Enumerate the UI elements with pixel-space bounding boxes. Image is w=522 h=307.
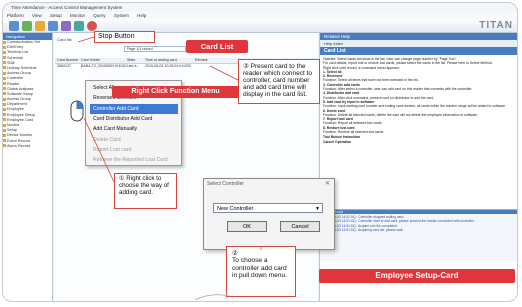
card-icon[interactable] xyxy=(48,21,58,31)
dialog-title: Select Controller xyxy=(207,181,244,187)
help-header: Related Help xyxy=(320,33,517,40)
help-panel: Related Help Help Index Card List Operat… xyxy=(319,33,517,301)
stop-icon[interactable] xyxy=(87,21,97,31)
employee-icon[interactable] xyxy=(35,21,45,31)
help-body: Operate: Select cards will show in the l… xyxy=(323,57,507,144)
col-card-number[interactable]: Card Number xyxy=(57,58,79,62)
window-title: Time Attendance · Access Control Managem… xyxy=(3,3,517,12)
step2-callout: ② To choose a controller add card in pul… xyxy=(226,246,296,297)
tree-item[interactable]: Alarm Record xyxy=(3,144,52,149)
menu-view[interactable]: View xyxy=(32,13,42,18)
close-icon[interactable]: ✕ xyxy=(325,180,330,187)
mouse-icon xyxy=(70,100,84,122)
ok-button[interactable]: OK xyxy=(227,221,267,232)
col-state[interactable]: State xyxy=(127,58,135,62)
help-tab[interactable]: Help Index xyxy=(320,40,517,47)
menu-delete-card[interactable]: Delete Card xyxy=(90,135,178,145)
navigation-tree: Navigation Communication Set Exit/Entry … xyxy=(3,33,53,301)
controller-select-value: New Controller xyxy=(217,206,254,212)
cell: 2015-05-03 10:25:01 Kr1032 xyxy=(145,64,191,68)
refresh-icon[interactable] xyxy=(22,21,32,31)
page-filter[interactable]: Page 1/1 record xyxy=(124,46,186,52)
tree-tab[interactable]: Navigation xyxy=(3,33,52,40)
menu-setup[interactable]: Setup xyxy=(50,13,62,18)
cell: BABA-T2_20150503 Kr1032 xyxy=(81,64,127,68)
chevron-down-icon[interactable]: ▼ xyxy=(315,204,320,214)
col-remark[interactable]: Remark xyxy=(195,58,208,62)
step1-callout: ① Right click to choose the way of addin… xyxy=(114,173,177,209)
select-controller-dialog: Select Controller ✕ New Controller ▼ OK … xyxy=(203,178,335,250)
help-title: Card List xyxy=(320,47,517,55)
event-log: Event Record [2015-05-03 14:52:01] : Con… xyxy=(320,209,517,261)
menu-distributor-add-card[interactable]: Card Distributor Add Card xyxy=(90,114,178,124)
brand-logo: TITAN xyxy=(479,20,513,31)
log-entry: [2015-05-03 14:51:51] : Acquiring card l… xyxy=(323,227,406,232)
menu-report-lost-card[interactable]: Report Lost card xyxy=(90,145,178,155)
menu-bar: Platform View Setup Monitor Query System… xyxy=(3,12,517,19)
right-click-menu-label: Right Click Function Menu xyxy=(112,86,239,98)
menu-retrieve-lost-card[interactable]: Retrieve the Reported Lost Card xyxy=(90,155,178,165)
controller-select[interactable]: New Controller ▼ xyxy=(213,203,323,213)
report-icon[interactable] xyxy=(61,21,71,31)
step3-callout: ③ Present card to the reader which conne… xyxy=(238,59,320,104)
menu-monitor[interactable]: Monitor xyxy=(70,13,85,18)
col-card-holder[interactable]: Card Holder xyxy=(81,58,100,62)
stop-button-callout: Stop Button xyxy=(94,31,155,43)
col-time[interactable]: Time of adding card xyxy=(145,58,177,62)
settings-icon[interactable] xyxy=(74,21,84,31)
menu-help[interactable]: Help xyxy=(137,13,146,18)
home-icon[interactable] xyxy=(9,21,19,31)
menu-controller-add-card[interactable]: Controller Add Card xyxy=(90,104,178,114)
cell: 2684137 xyxy=(57,64,71,68)
menu-system[interactable]: System xyxy=(114,13,129,18)
employee-setup-banner: Employee Setup-Card xyxy=(319,269,515,283)
menu-query[interactable]: Query xyxy=(93,13,105,18)
menu-platform[interactable]: Platform xyxy=(7,13,24,18)
card-list-label: Card List xyxy=(186,40,248,53)
cancel-button[interactable]: Cancel xyxy=(280,221,320,232)
event-log-title: Event Record xyxy=(320,210,517,215)
menu-add-card-manually[interactable]: Add Card Manually xyxy=(90,124,178,134)
cell: Use a... xyxy=(127,64,140,68)
toolbar: TITAN xyxy=(3,19,517,33)
